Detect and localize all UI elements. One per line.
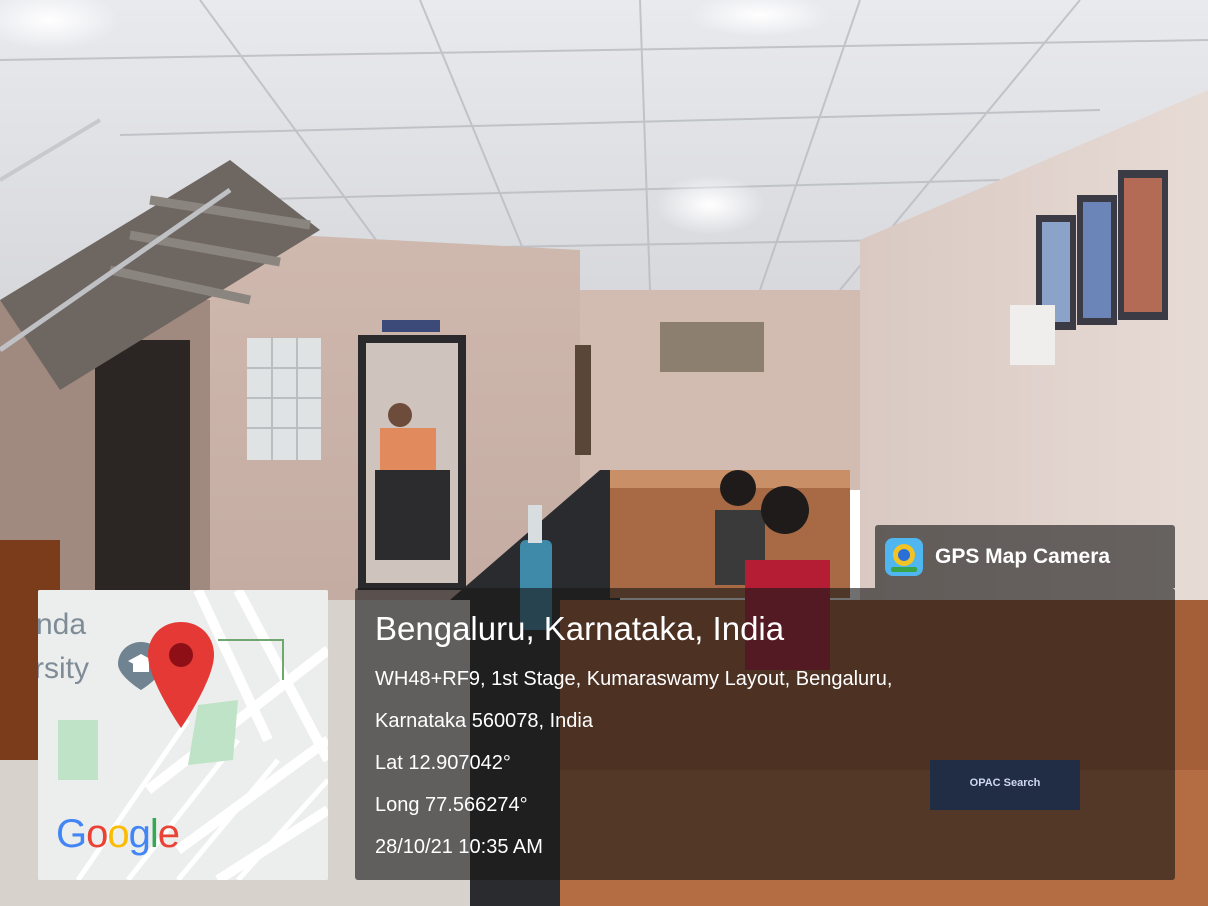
app-badge: GPS Map Camera <box>875 525 1175 588</box>
app-name: GPS Map Camera <box>935 544 1111 568</box>
map-pin-icon <box>148 622 214 728</box>
google-logo-letter: l <box>149 812 159 856</box>
opac-sign: OPAC Search <box>969 777 1041 789</box>
location-title: Bengaluru, Karnataka, India <box>375 610 785 647</box>
gps-map-camera-app-icon <box>885 537 923 576</box>
google-logo: Google <box>56 812 180 857</box>
google-logo-letter: e <box>157 812 180 856</box>
google-logo-letter: g <box>128 812 151 856</box>
longitude: Long 77.566274° <box>375 794 528 816</box>
address-line-2: Karnataka 560078, India <box>375 710 593 732</box>
date-time: 28/10/21 10:35 AM <box>375 836 543 858</box>
google-logo-letter: G <box>56 812 87 856</box>
google-logo-letter: o <box>107 812 129 856</box>
address-line-1: WH48+RF9, 1st Stage, Kumaraswamy Layout,… <box>375 668 893 690</box>
map-thumbnail: nda rsity Google <box>38 590 328 880</box>
map-place-label-2: rsity <box>38 652 89 685</box>
map-place-label-1: nda <box>38 608 87 641</box>
google-logo-letter: o <box>86 812 108 856</box>
latitude: Lat 12.907042° <box>375 752 511 774</box>
